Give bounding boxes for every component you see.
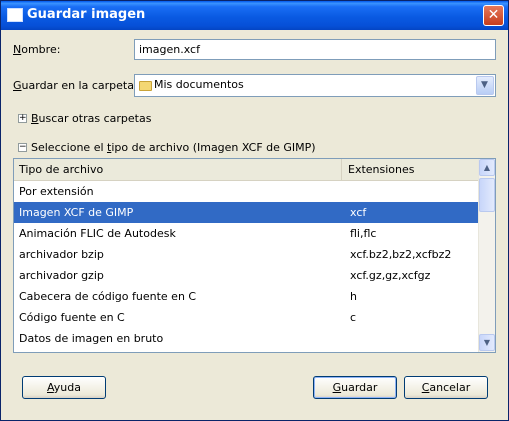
- window-title: Guardar imagen: [27, 7, 146, 22]
- list-item[interactable]: Por extensión: [14, 181, 478, 202]
- column-header-type[interactable]: Tipo de archivo: [14, 159, 342, 180]
- folder-value: Mis documentos: [154, 78, 244, 91]
- name-label: Nombre:: [13, 43, 61, 56]
- row-type: Datos de imagen en bruto: [19, 332, 164, 345]
- folder-dropdown-button[interactable]: ▼: [476, 76, 494, 95]
- row-ext: xcf: [350, 206, 367, 219]
- row-type: Animación FLIC de Autodesk: [19, 227, 176, 240]
- list-item[interactable]: archivador gzip xcf.gz,gz,xcfgz: [14, 265, 478, 286]
- row-type: Por extensión: [19, 185, 94, 198]
- row-ext: xcf.gz,gz,xcfgz: [350, 269, 431, 282]
- row-type: archivador gzip: [19, 269, 104, 282]
- folder-label: Guardar en la carpeta:: [13, 79, 138, 92]
- title-bar[interactable]: Guardar imagen ✕: [1, 1, 508, 30]
- list-item[interactable]: Código fuente en C c: [14, 307, 478, 328]
- row-ext: c: [350, 311, 357, 324]
- list-header: Tipo de archivo Extensiones: [14, 159, 478, 181]
- save-image-dialog: Guardar imagen ✕ Nombre: imagen.xcf Guar…: [0, 0, 509, 421]
- filetype-expander-icon[interactable]: −: [18, 143, 27, 152]
- scroll-up-icon[interactable]: ▲: [479, 159, 495, 176]
- list-item[interactable]: Datos de imagen en bruto: [14, 328, 478, 349]
- filename-input[interactable]: imagen.xcf: [134, 39, 496, 60]
- row-ext: fli,flc: [350, 227, 377, 240]
- close-button[interactable]: ✕: [483, 5, 504, 26]
- list-item[interactable]: Animación FLIC de Autodesk fli,flc: [14, 223, 478, 244]
- dialog-content: Nombre: imagen.xcf Guardar en la carpeta…: [1, 30, 508, 420]
- list-item-selected[interactable]: Imagen XCF de GIMP xcf: [14, 202, 478, 223]
- help-button[interactable]: Ayuda: [22, 376, 106, 399]
- row-type: Código fuente en C: [19, 311, 125, 324]
- row-type: archivador bzip: [19, 248, 104, 261]
- browse-expander-icon[interactable]: +: [18, 114, 27, 123]
- chevron-down-icon: ▼: [481, 80, 488, 90]
- filetype-list[interactable]: Tipo de archivo Extensiones Por extensió…: [13, 158, 496, 353]
- browse-folders-toggle[interactable]: Buscar otras carpetas: [31, 112, 151, 125]
- scroll-thumb[interactable]: [479, 178, 495, 212]
- cancel-button[interactable]: Cancelar: [404, 376, 488, 399]
- column-header-extensions[interactable]: Extensiones: [342, 159, 484, 180]
- scroll-down-icon[interactable]: ▼: [479, 334, 495, 351]
- list-scrollbar[interactable]: ▲ ▼: [478, 159, 495, 352]
- row-type: Cabecera de código fuente en C: [19, 290, 197, 303]
- folder-combo[interactable]: Mis documentos ▼: [134, 74, 496, 97]
- list-rows: Por extensión Imagen XCF de GIMP xcf Anim…: [14, 181, 478, 349]
- list-item[interactable]: archivador bzip xcf.bz2,bz2,xcfbz2: [14, 244, 478, 265]
- list-item[interactable]: Cabecera de código fuente en C h: [14, 286, 478, 307]
- window-icon: [7, 8, 23, 22]
- row-ext: h: [350, 290, 357, 303]
- save-button[interactable]: Guardar: [313, 376, 397, 399]
- folder-icon: [139, 81, 152, 91]
- row-ext: xcf.bz2,bz2,xcfbz2: [350, 248, 452, 261]
- filetype-toggle[interactable]: Seleccione el tipo de archivo (Imagen XC…: [31, 141, 316, 154]
- row-type: Imagen XCF de GIMP: [19, 206, 134, 219]
